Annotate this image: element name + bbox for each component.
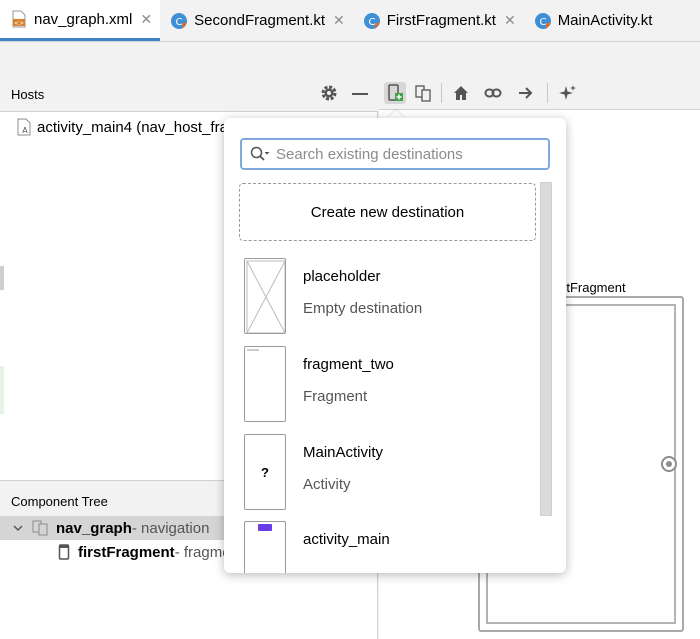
kotlin-file-icon: C bbox=[534, 12, 551, 29]
destination-name: fragment_two bbox=[303, 356, 394, 373]
new-destination-popup: Create new destination placeholder Empty… bbox=[224, 118, 566, 573]
hosts-title: Hosts bbox=[11, 87, 45, 102]
activity-thumbnail: ? bbox=[244, 434, 286, 510]
destination-name: MainActivity bbox=[303, 444, 384, 461]
kotlin-file-icon: C bbox=[363, 12, 380, 29]
svg-text:C: C bbox=[539, 17, 546, 28]
placeholder-thumbnail bbox=[244, 258, 286, 334]
search-input[interactable] bbox=[276, 145, 526, 163]
tab-first-fragment[interactable]: C FirstFragment.kt ✕ bbox=[353, 0, 524, 41]
tab-second-fragment[interactable]: C SecondFragment.kt ✕ bbox=[160, 0, 353, 41]
nested-graph-icon bbox=[415, 85, 431, 102]
destination-name: placeholder bbox=[303, 268, 381, 285]
home-icon bbox=[454, 86, 468, 100]
destination-type: Fragment bbox=[303, 388, 368, 405]
create-label: Create new destination bbox=[310, 203, 465, 221]
sparkle-icon bbox=[559, 85, 576, 100]
action-handle[interactable] bbox=[661, 456, 677, 472]
layout-file-icon: A bbox=[17, 118, 31, 136]
deep-link-button[interactable] bbox=[482, 82, 504, 104]
new-destination-icon bbox=[388, 84, 403, 101]
destination-item-placeholder[interactable]: placeholder Empty destination bbox=[244, 258, 536, 334]
popup-arrow bbox=[388, 110, 404, 118]
navigation-graph-icon bbox=[32, 520, 48, 536]
nest-graph-button[interactable] bbox=[412, 82, 434, 104]
create-new-destination-button[interactable]: Create new destination bbox=[239, 183, 536, 241]
gear-icon[interactable] bbox=[320, 84, 338, 102]
tree-node-type: - navigation bbox=[131, 519, 210, 537]
svg-text:C: C bbox=[176, 17, 183, 28]
destination-item-main-activity[interactable]: ? MainActivity Activity bbox=[244, 434, 536, 510]
destination-item-fragment-two[interactable]: fragment_two Fragment bbox=[244, 346, 536, 422]
gutter-marker bbox=[0, 266, 4, 290]
link-icon bbox=[484, 88, 502, 98]
tab-nav-graph[interactable]: <> nav_graph.xml ✕ bbox=[0, 0, 161, 41]
close-icon[interactable]: ✕ bbox=[504, 12, 516, 29]
destination-name: activity_main bbox=[303, 531, 390, 548]
svg-text:C: C bbox=[368, 17, 375, 28]
tab-label: FirstFragment.kt bbox=[386, 12, 496, 29]
empty-placeholder-icon bbox=[246, 260, 285, 333]
unknown-icon: ? bbox=[261, 465, 269, 480]
design-toolbar bbox=[379, 76, 700, 110]
new-destination-button[interactable] bbox=[384, 82, 406, 104]
gutter-marker bbox=[0, 366, 4, 414]
close-icon[interactable]: ✕ bbox=[333, 12, 345, 29]
minimize-icon[interactable] bbox=[352, 93, 368, 95]
auto-arrange-button[interactable] bbox=[557, 82, 579, 104]
component-tree-title: Component Tree bbox=[11, 494, 108, 509]
tree-node-name: nav_graph bbox=[56, 519, 132, 537]
search-icon bbox=[250, 146, 270, 161]
tab-main-activity[interactable]: C MainActivity.kt bbox=[524, 0, 661, 41]
destination-item-activity-main[interactable]: activity_main bbox=[244, 521, 536, 573]
toolbar-separator bbox=[547, 83, 548, 103]
close-icon[interactable]: ✕ bbox=[140, 11, 152, 28]
thumbnail-detail bbox=[247, 349, 259, 351]
chevron-down-icon[interactable] bbox=[12, 522, 24, 534]
tab-label: SecondFragment.kt bbox=[194, 12, 326, 29]
app-bar-icon bbox=[258, 524, 272, 531]
layout-thumbnail bbox=[244, 521, 286, 573]
fragment-thumbnail bbox=[244, 346, 286, 422]
xml-file-icon: <> bbox=[12, 10, 26, 28]
destination-type: Activity bbox=[303, 476, 351, 493]
fragment-icon bbox=[58, 544, 70, 560]
search-box bbox=[240, 138, 550, 170]
editor-tab-bar: <> nav_graph.xml ✕ C SecondFragment.kt ✕… bbox=[0, 0, 700, 42]
hosts-header: Hosts bbox=[0, 76, 378, 112]
kotlin-file-icon: C bbox=[171, 12, 188, 29]
tab-label: MainActivity.kt bbox=[557, 12, 653, 29]
svg-text:A: A bbox=[22, 126, 28, 135]
svg-text:<>: <> bbox=[14, 20, 24, 27]
toolbar-separator bbox=[441, 83, 442, 103]
tree-node-name: firstFragment bbox=[78, 543, 175, 561]
assign-start-button[interactable] bbox=[450, 82, 472, 104]
arrow-right-icon bbox=[519, 87, 533, 99]
scrollbar[interactable] bbox=[540, 182, 552, 516]
add-action-button[interactable] bbox=[515, 82, 537, 104]
destination-type: Empty destination bbox=[303, 300, 423, 317]
tab-label: nav_graph.xml bbox=[34, 10, 133, 28]
